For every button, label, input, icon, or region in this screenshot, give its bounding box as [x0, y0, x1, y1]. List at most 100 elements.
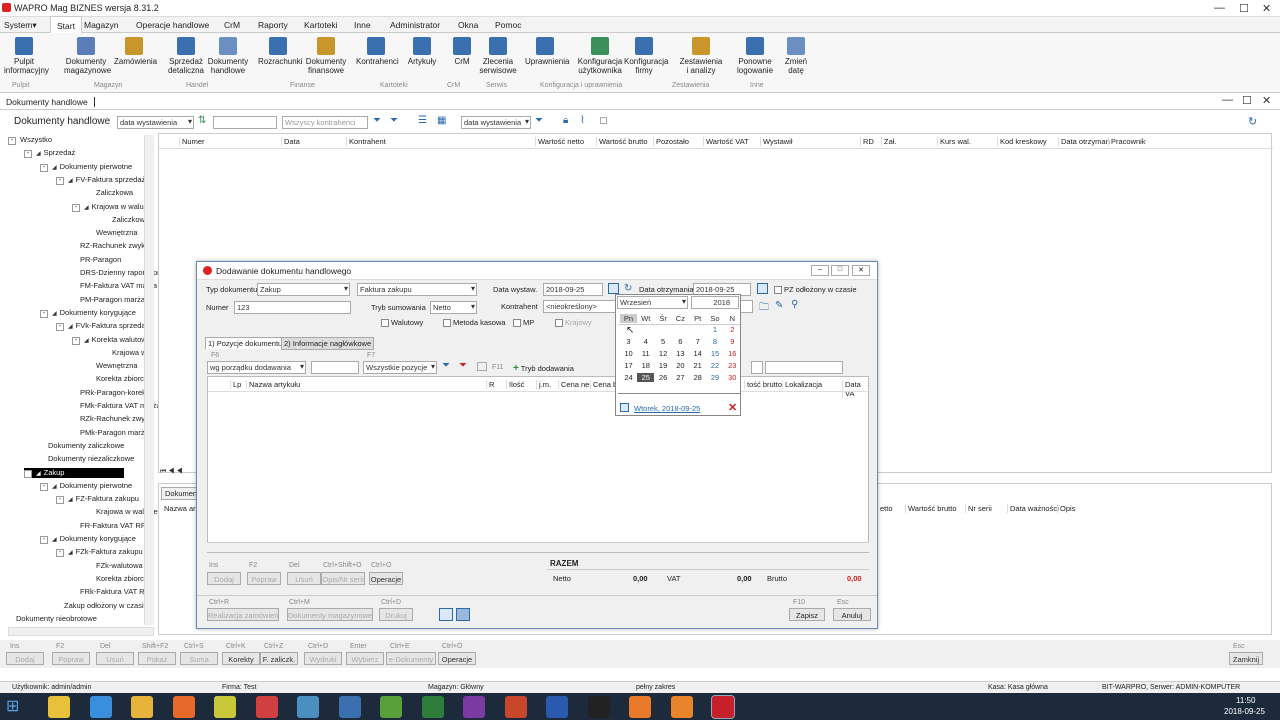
tree-node[interactable]: - ◢ Zakup: [24, 467, 125, 478]
ribbon-button-3[interactable]: Sprzedaż detaliczna: [166, 37, 206, 75]
dialog-button-4[interactable]: Operacje: [369, 572, 403, 585]
grid-col-7[interactable]: Wystawił: [760, 137, 793, 146]
ribbon-button-9[interactable]: CrM: [442, 37, 482, 66]
calendar-day[interactable]: 4: [637, 337, 654, 346]
checkbox-box[interactable]: [443, 319, 451, 328]
edit-icon[interactable]: ✎: [775, 300, 783, 311]
expand-icon[interactable]: -: [72, 336, 80, 345]
grid-col-2[interactable]: Kontrahent: [346, 137, 386, 146]
calendar-day[interactable]: 29: [707, 373, 724, 382]
item-sort-select[interactable]: wg porządku dodawania: [207, 361, 306, 374]
footer-button-3[interactable]: Pokaż: [138, 652, 176, 665]
restore-icon[interactable]: ☐: [1242, 94, 1252, 107]
calendar-day[interactable]: 9: [724, 337, 741, 346]
item-col-right-1[interactable]: Lokalizacja: [782, 380, 822, 389]
calendar-day[interactable]: 26: [655, 373, 672, 382]
calendar-day[interactable]: 19: [655, 361, 672, 370]
menu-item-10[interactable]: Pomoc: [495, 20, 521, 30]
tree-node[interactable]: FR-Faktura VAT RR: [80, 521, 146, 530]
calendar-day[interactable]: 11: [637, 349, 654, 358]
ribbon-button-4[interactable]: Dokumenty handlowe: [206, 37, 250, 75]
dialog-button-3[interactable]: Opis/Nr serii: [321, 572, 365, 585]
dialog-tab-1[interactable]: 2) Informacje nagłówkowe: [281, 337, 375, 350]
dialog-tab-0[interactable]: 1) Pozycje dokumentu: [205, 337, 286, 349]
calendar-day[interactable]: 10: [620, 349, 637, 358]
grid-col-9[interactable]: Zał.: [881, 137, 897, 146]
tree-node[interactable]: Dokumenty niezaliczkowe: [48, 454, 134, 463]
expand-icon[interactable]: -: [8, 137, 16, 145]
expand-icon[interactable]: -: [40, 309, 48, 318]
menu-item-4[interactable]: CrM: [224, 20, 240, 30]
calendar-day[interactable]: 20: [672, 361, 689, 370]
tree-node[interactable]: RZ-Rachunek zwykły: [80, 241, 150, 250]
tree-node[interactable]: - ◢ Dokumenty korygujące: [40, 534, 136, 544]
ribbon-button-10[interactable]: Zlecenia serwisowe: [478, 37, 518, 75]
right-input[interactable]: [765, 361, 843, 374]
calendar-day[interactable]: 28: [689, 373, 706, 382]
grid-col-13[interactable]: Pracownik: [1108, 137, 1146, 146]
grid-icon[interactable]: ▦: [437, 115, 446, 126]
grid-col-1[interactable]: Data: [281, 137, 300, 146]
attachment-icon[interactable]: ⌇: [580, 115, 585, 126]
item-col-right-2[interactable]: Data VA: [842, 380, 868, 398]
filter-icon[interactable]: ⏷: [373, 115, 381, 126]
calendar-day[interactable]: 21: [689, 361, 706, 370]
dialog-maximize-icon[interactable]: □: [831, 265, 849, 276]
dialog-button-0[interactable]: Dodaj: [207, 572, 241, 585]
year-input[interactable]: 2018: [691, 296, 739, 309]
calendar-day[interactable]: 6: [672, 337, 689, 346]
ribbon-button-8[interactable]: Artykuły: [402, 37, 442, 66]
item-search-input[interactable]: [311, 361, 359, 374]
checkbox-box[interactable]: [381, 319, 389, 328]
footer-button-8[interactable]: Wybierz: [346, 652, 384, 665]
dialog-close-icon[interactable]: ✕: [852, 265, 870, 276]
menu-item-3[interactable]: Operacje handlowe: [136, 20, 209, 30]
start-button[interactable]: ⊞: [6, 698, 24, 716]
lower-col-1[interactable]: Wartość brutto: [905, 504, 957, 513]
tree-node[interactable]: - ◢ Dokumenty pierwotne: [40, 162, 132, 172]
tree-node[interactable]: - ◢ Dokumenty korygujące: [40, 308, 136, 318]
tree-node[interactable]: Wewnętrzna: [96, 361, 138, 370]
filter-remove-icon[interactable]: ⏷: [535, 115, 543, 126]
item-filter-icon[interactable]: ⏷: [442, 360, 450, 371]
footer-button-7[interactable]: Wydruki: [304, 652, 342, 665]
item-col-0[interactable]: Lp: [230, 380, 241, 389]
calendar-day[interactable]: 8: [707, 337, 724, 346]
footer-button-5[interactable]: Korekty: [222, 652, 260, 665]
item-col-right-0[interactable]: tość brutto: [744, 380, 782, 389]
tree-node[interactable]: - ◢ FZ-Faktura zakupu: [56, 494, 139, 505]
taskbar-app-icon[interactable]: [380, 696, 402, 718]
expand-icon[interactable]: -: [24, 150, 32, 159]
expand-icon[interactable]: -: [40, 482, 48, 491]
ribbon-button-5[interactable]: Rozrachunki: [258, 37, 302, 66]
menu-item-6[interactable]: Kartoteki: [304, 20, 338, 30]
lower-col-0[interactable]: etto: [877, 504, 893, 513]
save-button[interactable]: Zapisz: [789, 608, 825, 621]
footer-button-4[interactable]: Suma: [180, 652, 218, 665]
close-icon[interactable]: ✕: [1262, 94, 1271, 107]
tree-node[interactable]: Dokumenty zaliczkowe: [48, 441, 124, 450]
menu-item-0[interactable]: System▾: [4, 20, 37, 31]
item-col-4[interactable]: j.m.: [536, 380, 551, 389]
calendar-day[interactable]: 5: [655, 337, 672, 346]
today-icon[interactable]: [620, 403, 629, 412]
refresh-date-icon[interactable]: ↻: [624, 283, 632, 294]
tree-node[interactable]: FRk-Faktura VAT RR: [80, 587, 150, 596]
taskbar-app-icon[interactable]: [587, 696, 610, 718]
footer-button-2[interactable]: Usuń: [96, 652, 134, 665]
lock-icon[interactable]: 🔒︎: [563, 115, 568, 126]
calendar-day[interactable]: 30: [724, 373, 741, 382]
dialog-button-1[interactable]: Popraw: [247, 572, 281, 585]
tree-node[interactable]: PM-Paragon marża: [80, 295, 145, 304]
taskbar-app-icon[interactable]: [48, 696, 70, 718]
dialog-bottom-button-0[interactable]: Realizacja zamówień: [207, 608, 279, 621]
refresh-icon[interactable]: ↻: [1248, 115, 1257, 128]
calendar-day[interactable]: 16: [724, 349, 741, 358]
footer-button-0[interactable]: Dodaj: [6, 652, 44, 665]
calendar2-icon[interactable]: [757, 283, 768, 294]
item-col-2[interactable]: R: [486, 380, 494, 389]
taskbar-app-icon[interactable]: [421, 696, 444, 718]
tree-node[interactable]: - ◢ FVk-Faktura sprzedaży: [56, 321, 153, 332]
tab-dokumenty-handlowe[interactable]: Dokumenty handlowe: [6, 97, 95, 107]
ribbon-button-1[interactable]: Dokumenty magazynowe: [64, 37, 111, 75]
